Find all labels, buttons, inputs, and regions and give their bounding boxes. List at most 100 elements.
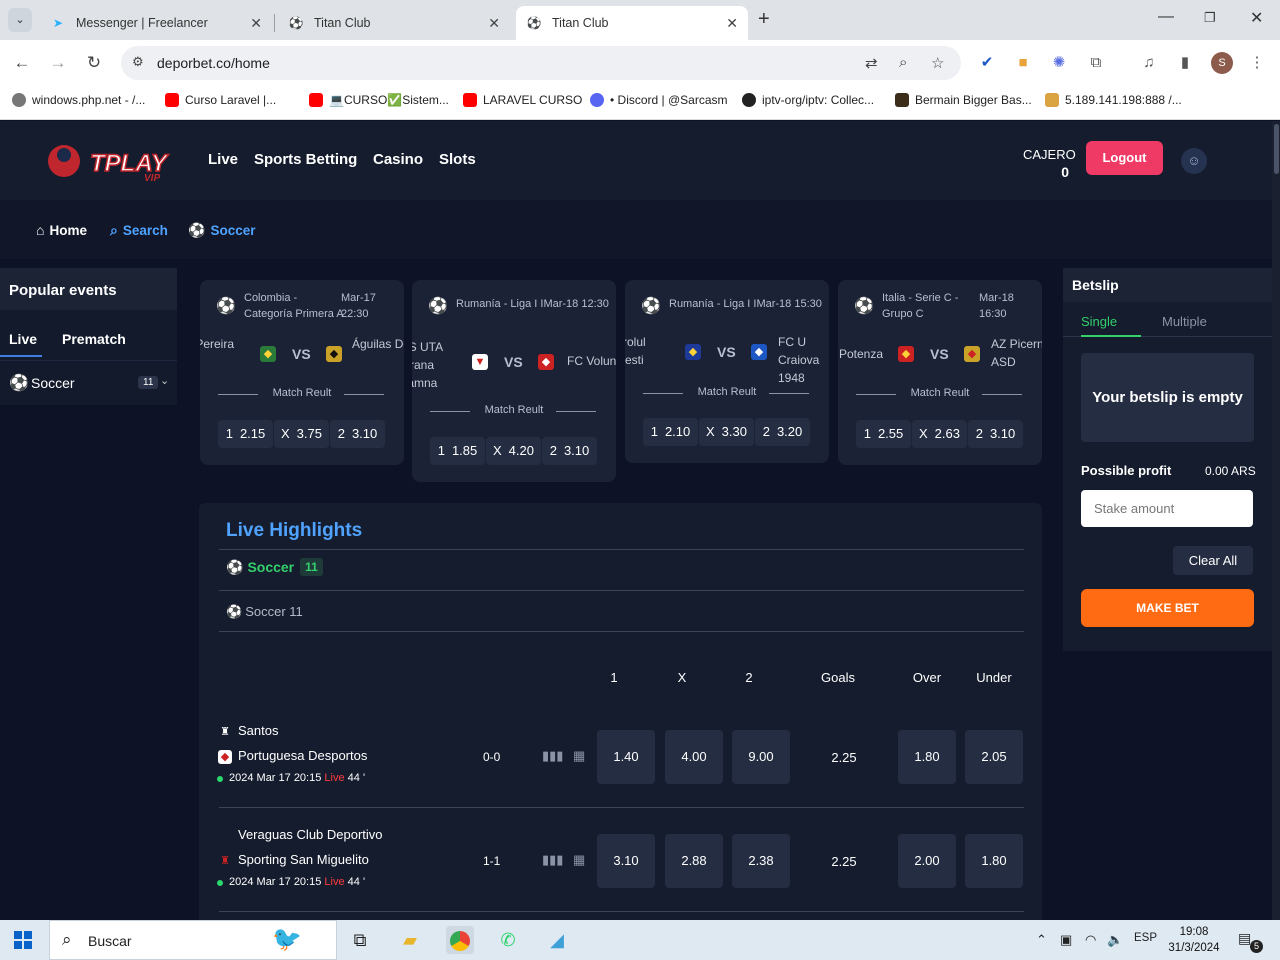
odd-button-x[interactable]: X 3.75 xyxy=(274,420,329,448)
bookmark-item[interactable]: Bermain Bigger Bas... xyxy=(895,93,1032,107)
stake-amount-input[interactable] xyxy=(1081,490,1253,527)
odd-button-x[interactable]: X 4.20 xyxy=(486,437,541,465)
statistics-icon[interactable]: ▮▮▮ xyxy=(542,748,563,764)
odd-button-1[interactable]: 1 2.10 xyxy=(643,418,698,446)
nav-live[interactable]: Live xyxy=(208,151,238,168)
odd-button-under[interactable]: 2.05 xyxy=(965,730,1023,784)
new-tab-icon[interactable]: + xyxy=(758,8,770,31)
odd-button-1[interactable]: 1 2.55 xyxy=(856,420,911,448)
whatsapp-icon[interactable]: ✆ xyxy=(494,926,522,954)
translate-icon[interactable]: ⇄ xyxy=(865,54,878,72)
extensions-puzzle-icon[interactable]: ⧉ xyxy=(1087,54,1105,72)
language-indicator[interactable]: ESP xyxy=(1134,932,1157,944)
nav-sports-betting[interactable]: Sports Betting xyxy=(254,151,357,168)
user-account-icon[interactable]: ☺ xyxy=(1181,148,1207,174)
match-row[interactable]: Veraguas Club Deportivo ♜ Sporting San M… xyxy=(199,817,1042,917)
bookmark-star-icon[interactable]: ☆ xyxy=(931,54,944,72)
subnav-soccer[interactable]: ⚽ Soccer xyxy=(188,222,255,239)
odd-button-1[interactable]: 1 1.85 xyxy=(430,437,485,465)
logout-button[interactable]: Logout xyxy=(1086,141,1163,175)
bookmark-item[interactable]: Curso Laravel |... xyxy=(165,93,276,107)
field-icon[interactable]: ▦ xyxy=(573,748,585,764)
close-tab-icon[interactable]: ✕ xyxy=(488,15,500,32)
odd-button-2[interactable]: 2 3.20 xyxy=(755,418,810,446)
tab-single[interactable]: Single xyxy=(1081,314,1117,329)
odd-button-x[interactable]: X 2.63 xyxy=(912,420,967,448)
clear-all-button[interactable]: Clear All xyxy=(1173,546,1253,575)
extension-orange-icon[interactable]: ■ xyxy=(1014,54,1032,72)
odd-button-2[interactable]: 2 3.10 xyxy=(330,420,385,448)
close-tab-icon[interactable]: ✕ xyxy=(250,15,262,32)
bookmark-item[interactable]: 💻CURSO✅Sistem... xyxy=(309,93,449,107)
odd-button-2[interactable]: 2 3.10 xyxy=(968,420,1023,448)
odd-button-over[interactable]: 1.80 xyxy=(898,730,956,784)
odd-button-1[interactable]: 1 2.15 xyxy=(218,420,273,448)
omnibox[interactable]: ⚙ deporbet.co/home ⇄ ⌕ ☆ xyxy=(121,46,961,80)
close-window-icon[interactable]: ✕ xyxy=(1250,8,1263,28)
tray-device-icon[interactable]: ▣ xyxy=(1060,932,1072,948)
wifi-icon[interactable]: ◠ xyxy=(1085,932,1096,948)
event-card[interactable]: ⚽ Rumanía - Liga I IMar-18 15:30 Petrolu… xyxy=(625,280,829,463)
odd-button-2[interactable]: 2.38 xyxy=(732,834,790,888)
task-view-icon[interactable]: ⧉ xyxy=(346,926,374,954)
minimize-icon[interactable]: — xyxy=(1158,8,1174,26)
taskbar-search[interactable]: ⌕ Buscar 🐦 xyxy=(49,920,337,960)
odd-button-x[interactable]: 2.88 xyxy=(665,834,723,888)
event-card[interactable]: ⚽ Italia - Serie C - Grupo C Mar-18 16:3… xyxy=(838,280,1042,465)
make-bet-button[interactable]: MAKE BET xyxy=(1081,589,1254,627)
event-card[interactable]: ⚽ Colombia - Categoría Primera A Mar-17 … xyxy=(200,280,404,465)
field-icon[interactable]: ▦ xyxy=(573,852,585,868)
nav-casino[interactable]: Casino xyxy=(373,151,423,168)
bookmark-item[interactable]: • Discord | @Sarcasm xyxy=(590,93,728,107)
odd-button-2[interactable]: 9.00 xyxy=(732,730,790,784)
odd-button-2[interactable]: 2 3.10 xyxy=(542,437,597,465)
subnav-home[interactable]: ⌂ Home xyxy=(36,222,87,238)
profile-avatar[interactable]: S xyxy=(1211,52,1233,74)
menu-dots-icon[interactable]: ⋮ xyxy=(1248,54,1266,72)
odd-button-under[interactable]: 1.80 xyxy=(965,834,1023,888)
browser-tab-2[interactable]: ⚽ Titan Club ✕ xyxy=(278,6,510,40)
close-tab-icon[interactable]: ✕ xyxy=(726,15,738,32)
bookmark-item[interactable]: windows.php.net - /... xyxy=(12,93,145,107)
nav-slots[interactable]: Slots xyxy=(439,151,476,168)
bookmark-item[interactable]: 5.189.141.198:888 /... xyxy=(1045,93,1182,107)
tab-prematch[interactable]: Prematch xyxy=(62,331,126,347)
extension-gear-icon[interactable]: ✺ xyxy=(1050,54,1068,72)
zoom-icon[interactable]: ⌕ xyxy=(899,54,907,71)
url-text[interactable]: deporbet.co/home xyxy=(157,55,270,71)
scrollbar-thumb[interactable] xyxy=(1274,124,1279,174)
odd-button-1[interactable]: 1.40 xyxy=(597,730,655,784)
tplay-logo[interactable]: TPLAY VIP xyxy=(42,139,177,184)
restore-icon[interactable]: ❐ xyxy=(1204,10,1216,26)
forward-icon[interactable]: → xyxy=(48,53,68,73)
volume-icon[interactable]: 🔈 xyxy=(1107,932,1123,948)
windows-start-icon[interactable] xyxy=(14,931,32,949)
odd-button-x[interactable]: 4.00 xyxy=(665,730,723,784)
odd-button-1[interactable]: 3.10 xyxy=(597,834,655,888)
tab-live[interactable]: Live xyxy=(9,331,37,347)
clock[interactable]: 19:08 31/3/2024 xyxy=(1166,924,1222,956)
extension-check-icon[interactable]: ✔ xyxy=(978,54,996,72)
odd-button-x[interactable]: X 3.30 xyxy=(699,418,754,446)
bookmark-item[interactable]: iptv-org/iptv: Collec... xyxy=(742,93,874,107)
site-info-icon[interactable]: ⚙ xyxy=(132,54,144,70)
file-explorer-icon[interactable]: ▰ xyxy=(396,926,424,954)
page-scrollbar[interactable] xyxy=(1272,121,1280,920)
tab-search-button[interactable]: ⌄ xyxy=(8,8,32,32)
popular-sport-soccer[interactable]: ⚽ Soccer 11 ⌄ xyxy=(0,360,177,405)
chrome-icon[interactable] xyxy=(446,926,474,954)
odd-button-over[interactable]: 2.00 xyxy=(898,834,956,888)
side-panel-icon[interactable]: ▮ xyxy=(1176,54,1194,72)
statistics-icon[interactable]: ▮▮▮ xyxy=(542,852,563,868)
subnav-search[interactable]: ⌕ Search xyxy=(110,222,168,239)
tab-multiple[interactable]: Multiple xyxy=(1162,314,1207,329)
highlights-sport-filter[interactable]: ⚽ Soccer 11 xyxy=(226,558,323,576)
match-row[interactable]: ♜ Santos ◆ Portuguesa Desportos 2024 Mar… xyxy=(199,713,1042,813)
browser-tab-3[interactable]: ⚽ Titan Club ✕ xyxy=(516,6,748,40)
chevron-down-icon[interactable]: ⌄ xyxy=(160,374,169,387)
back-icon[interactable]: ← xyxy=(12,53,32,73)
tray-chevron-up-icon[interactable]: ⌃ xyxy=(1036,932,1047,948)
browser-tab-1[interactable]: ➤ Messenger | Freelancer ✕ xyxy=(40,6,272,40)
app-icon[interactable]: ◢ xyxy=(543,926,571,954)
media-control-icon[interactable]: ♫ xyxy=(1140,54,1158,72)
